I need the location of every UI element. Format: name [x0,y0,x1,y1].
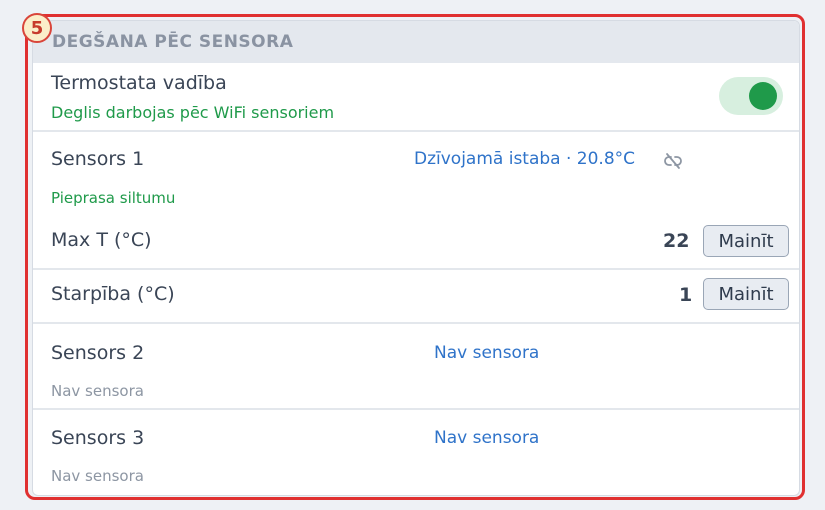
sensor1-status: Pieprasa siltumu [51,189,176,207]
thermostat-subtitle: Deglis darbojas pēc WiFi sensoriem [51,103,335,122]
sensor3-label: Sensors 3 [51,427,145,449]
difference-change-button[interactable]: Mainīt [703,278,789,310]
sensor3-status: Nav sensora [51,467,144,485]
section-title: DEGŠANA PĒC SENSORA [33,21,799,63]
toggle-knob [749,82,777,110]
thermostat-control-row: Termostata vadība Deglis darbojas pēc Wi… [33,63,799,132]
unlink-icon[interactable] [663,151,683,171]
difference-label: Starpība (°C) [51,283,175,305]
max-t-change-button[interactable]: Mainīt [703,225,789,257]
sensor2-label: Sensors 2 [51,342,145,364]
thermostat-label: Termostata vadība [51,72,227,94]
sensor1-block: Sensors 1 Dzīvojamā istaba · 20.8°C Piep… [33,132,799,270]
sensor1-value-link[interactable]: Dzīvojamā istaba · 20.8°C [414,149,635,169]
max-t-value: 22 [663,230,690,252]
sensor-burning-card: DEGŠANA PĒC SENSORA Termostata vadība De… [32,20,800,496]
sensor1-label: Sensors 1 [51,148,145,170]
max-t-label: Max T (°C) [51,229,152,251]
step-badge: 5 [22,13,52,43]
sensor3-block: Sensors 3 Nav sensora Nav sensora [33,410,799,495]
difference-value: 1 [679,284,693,306]
difference-row: Starpība (°C) 1 Mainīt [33,270,799,324]
sensor2-block: Sensors 2 Nav sensora Nav sensora [33,324,799,410]
thermostat-toggle[interactable] [719,77,783,115]
sensor2-status: Nav sensora [51,382,144,400]
sensor2-value-link[interactable]: Nav sensora [434,343,539,363]
sensor3-value-link[interactable]: Nav sensora [434,428,539,448]
